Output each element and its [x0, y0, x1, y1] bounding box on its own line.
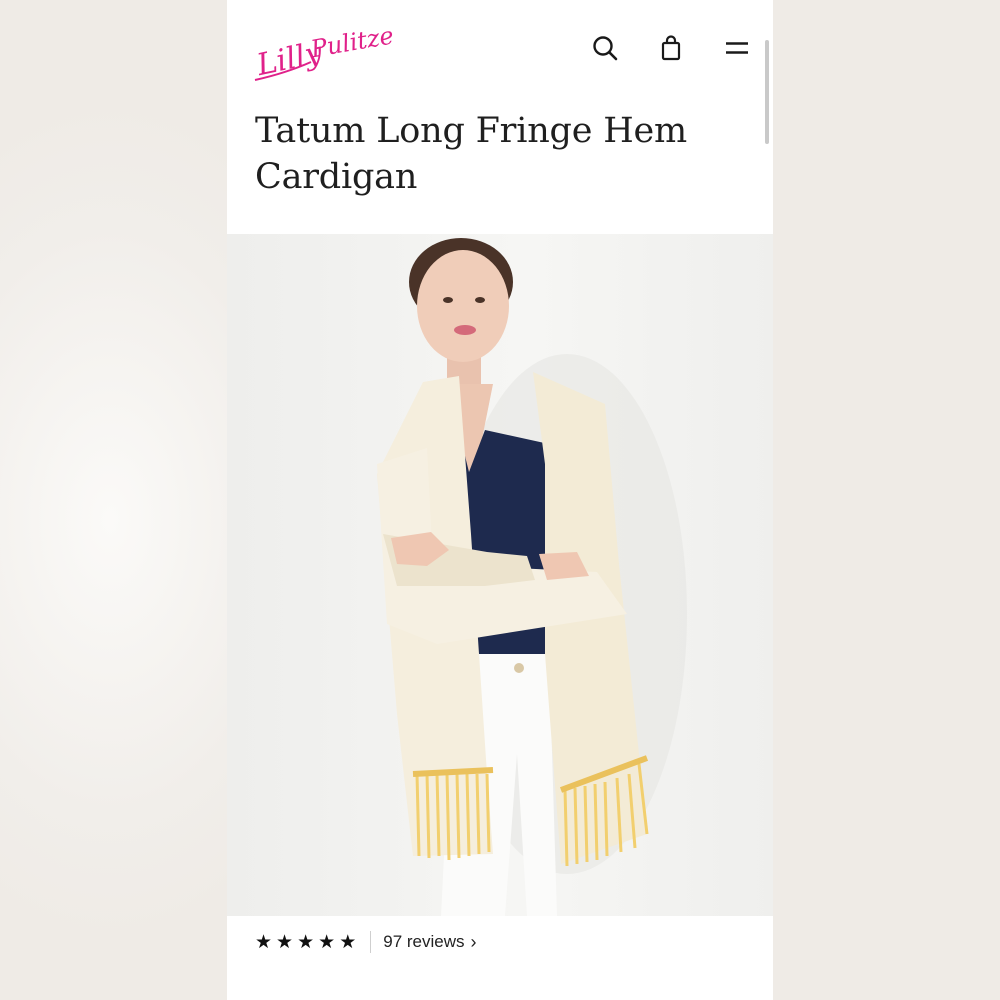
rating-row: ★ ★ ★ ★ ★ 97 reviews ›: [255, 926, 477, 958]
lilly-pulitzer-logo: Lilly Pulitzer: [253, 19, 409, 83]
svg-text:Pulitzer: Pulitzer: [308, 19, 393, 63]
brand-logo[interactable]: Lilly Pulitzer: [253, 10, 409, 86]
reviews-count: 97 reviews: [383, 932, 465, 951]
star-icon: ★: [318, 931, 336, 953]
menu-icon[interactable]: [723, 34, 751, 62]
reviews-link[interactable]: 97 reviews ›: [383, 932, 476, 953]
divider: [370, 931, 372, 953]
star-icon: ★: [255, 931, 273, 953]
scrollbar[interactable]: [765, 40, 769, 144]
chevron-right-icon: ›: [470, 931, 477, 952]
star-rating: ★ ★ ★ ★ ★: [255, 933, 356, 952]
search-icon[interactable]: [591, 34, 619, 62]
product-title: Tatum Long Fringe Hem Cardigan: [255, 111, 688, 197]
star-icon: ★: [339, 931, 357, 953]
site-header: Lilly Pulitzer: [227, 0, 773, 100]
mobile-page: Lilly Pulitzer Tatum Long Fringe Hem Car…: [227, 0, 773, 1000]
star-icon: ★: [297, 931, 315, 953]
star-icon: ★: [276, 931, 294, 953]
product-image[interactable]: [227, 234, 773, 916]
product-photo: [377, 238, 687, 916]
shopping-bag-icon[interactable]: [657, 34, 685, 62]
